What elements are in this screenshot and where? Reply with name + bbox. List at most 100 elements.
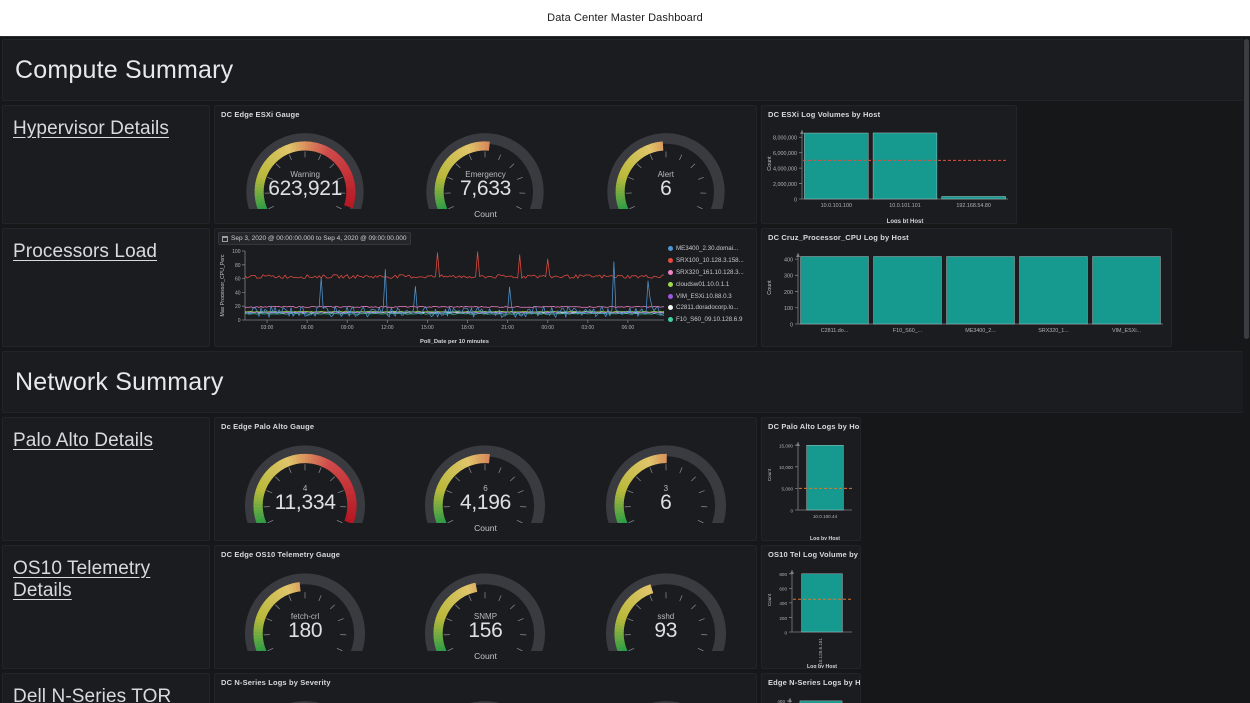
gauge-strip (215, 687, 756, 703)
svg-text:Log by Host: Log by Host (810, 536, 840, 541)
dashboard-row-hypervisor: Hypervisor Details DC Edge ESXi GaugeWarn… (2, 105, 1244, 224)
chart-panel-processors[interactable]: DC Cruz_Processor_CPU Log by Host0100200… (761, 228, 1172, 347)
chart-plot: 020040060080010.128.6.181CountLog by Hos… (762, 559, 860, 669)
legend-item[interactable]: F10_S60_09.10.128.6.9 (668, 314, 754, 326)
panel-title: Dc Edge Palo Alto Gauge (215, 418, 756, 431)
svg-text:Count: Count (767, 156, 773, 171)
svg-text:6,000,000: 6,000,000 (773, 151, 797, 157)
gauge-1: fetch-crl180 (230, 563, 380, 651)
gauge-1 (230, 691, 380, 703)
legend-item[interactable]: SRX320_161.10.128.3... (668, 267, 754, 279)
legend-item[interactable]: C2811.doradocorp.lo... (668, 302, 754, 314)
svg-text:15,000: 15,000 (779, 443, 793, 448)
svg-text:Count: Count (767, 280, 773, 295)
svg-text:15:00: 15:00 (421, 325, 434, 331)
svg-text:F10_S60_...: F10_S60_... (893, 328, 922, 334)
svg-text:C2811.do...: C2811.do... (821, 328, 848, 334)
svg-text:Count: Count (767, 468, 772, 481)
svg-text:09:00: 09:00 (341, 325, 354, 331)
vertical-scrollbar[interactable] (1243, 37, 1250, 703)
gauge-2: Emergency7,633 (410, 123, 560, 209)
legend-item[interactable]: SRX100_10.128.3.158... (668, 255, 754, 267)
legend-item[interactable]: VIM_ESXi.10.88.0.3 (668, 290, 754, 302)
dashboard-link-os10[interactable]: OS10 Telemetry Details (13, 558, 209, 602)
svg-text:20: 20 (235, 304, 241, 310)
svg-text:18:00: 18:00 (461, 325, 474, 331)
svg-text:400: 400 (777, 699, 785, 703)
gauge-strip: fetch-crl180SNMP156sshd93 (215, 559, 756, 651)
gauge-panel-os10[interactable]: DC Edge OS10 Telemetry Gaugefetch-crl180… (214, 545, 757, 669)
gauge-panel-hypervisor[interactable]: DC Edge ESXi GaugeWarning623,921Emergenc… (214, 105, 757, 224)
svg-text:SRX320_1...: SRX320_1... (1038, 328, 1069, 334)
gauge-panel-paloalto[interactable]: Dc Edge Palo Alto Gauge411,33464,19636Co… (214, 417, 757, 541)
gauge-panel-nseries[interactable]: DC N-Series Logs by Severity (214, 673, 757, 703)
svg-text:800: 800 (779, 572, 787, 577)
chart-plot: 05,00010,00015,00010.0.100.44CountLog by… (762, 431, 860, 541)
section-header-compute[interactable]: Compute Summary (2, 39, 1244, 101)
svg-text:Count: Count (767, 593, 772, 606)
legend-item[interactable]: cloudsw01.10.0.1.1 (668, 278, 754, 290)
dashboard-link-nseries[interactable]: Dell N-Series TOR (13, 686, 171, 703)
dashboard-canvas: Compute Summary Hypervisor Details DC Edge… (0, 36, 1250, 703)
gauge-panel-footer: Count (215, 651, 756, 661)
svg-text:4,000,000: 4,000,000 (773, 166, 797, 172)
gauge-strip: 411,33464,19636 (215, 431, 756, 523)
link-panel-nseries: Dell N-Series TOR (2, 673, 210, 703)
link-panel-os10: OS10 Telemetry Details (2, 545, 210, 669)
svg-text:10.0.101.100: 10.0.101.100 (821, 203, 852, 209)
svg-text:0: 0 (794, 197, 797, 203)
legend-label: VIM_ESXi.10.88.0.3 (676, 293, 732, 300)
chart-panel-hypervisor[interactable]: DC ESXi Log Volumes by Host02,000,0004,0… (761, 105, 1017, 224)
timeseries-legend: ME3400_2.30.domai... SRX100_10.128.3.158.… (668, 243, 754, 326)
svg-text:0: 0 (238, 318, 241, 324)
svg-text:200: 200 (784, 290, 793, 296)
svg-text:00:00: 00:00 (541, 325, 554, 331)
panel-title: DC ESXi Log Volumes by Host (762, 106, 1016, 119)
svg-text:ME3400_2...: ME3400_2... (965, 328, 996, 334)
legend-item[interactable]: ME3400_2.30.domai... (668, 243, 754, 255)
dashboard-link-hypervisor[interactable]: Hypervisor Details (13, 118, 169, 140)
panel-title: Edge N-Series Logs by H... (762, 674, 860, 687)
legend-label: SRX100_10.128.3.158... (676, 257, 744, 264)
gauge-3 (591, 691, 741, 703)
panel-title: DC Palo Alto Logs by Host (762, 418, 860, 431)
dashboard-link-paloalto[interactable]: Palo Alto Details (13, 430, 153, 452)
gauge-3: sshd93 (591, 563, 741, 651)
chart-panel-paloalto[interactable]: DC Palo Alto Logs by Host05,00010,00015,… (761, 417, 861, 541)
chart-panel-nseries[interactable]: Edge N-Series Logs by H...300400host (761, 673, 861, 703)
legend-color-swatch (668, 294, 673, 299)
svg-text:0: 0 (790, 508, 793, 513)
gauge-2 (410, 691, 560, 703)
svg-text:8,000,000: 8,000,000 (773, 136, 797, 142)
dashboard-link-processors[interactable]: Processors Load (13, 241, 157, 263)
svg-text:10.128.6.181: 10.128.6.181 (818, 638, 823, 665)
gauge-strip: Warning623,921Emergency7,633Alert6 (215, 119, 756, 209)
legend-color-swatch (668, 282, 673, 287)
dashboard-row-processors: Processors Load Sep 3, 2020 @ 00:00:00.00… (2, 228, 1244, 347)
svg-text:Poll_Date per 10 minutes: Poll_Date per 10 minutes (420, 339, 489, 345)
svg-text:80: 80 (235, 263, 241, 269)
svg-text:Max Processor_CPU_Perc: Max Processor_CPU_Perc (220, 254, 226, 316)
section-header-network[interactable]: Network Summary (2, 351, 1244, 413)
svg-text:0: 0 (784, 630, 787, 635)
timeseries-panel-processors[interactable]: Sep 3, 2020 @ 00:00:00.000 to Sep 4, 202… (214, 228, 757, 347)
svg-text:100: 100 (232, 249, 241, 255)
time-range-picker[interactable]: Sep 3, 2020 @ 00:00:00.000 to Sep 4, 202… (218, 232, 411, 245)
svg-text:10,000: 10,000 (779, 465, 793, 470)
scrollbar-thumb[interactable] (1244, 39, 1249, 339)
legend-label: ME3400_2.30.domai... (676, 245, 738, 252)
chart-panel-os10[interactable]: OS10 Tel Log Volume by ...02004006008001… (761, 545, 861, 669)
svg-text:200: 200 (779, 616, 787, 621)
svg-text:12:00: 12:00 (381, 325, 394, 331)
gauge-3: Alert6 (591, 123, 741, 209)
gauge-3: 36 (591, 435, 741, 523)
legend-color-swatch (668, 270, 673, 275)
svg-text:192.168.54.80: 192.168.54.80 (956, 203, 990, 209)
chart-plot: 0100200300400C2811.do...F10_S60_...ME340… (762, 242, 1171, 347)
calendar-icon (222, 236, 228, 242)
link-panel-paloalto: Palo Alto Details (2, 417, 210, 541)
legend-color-swatch (668, 305, 673, 310)
svg-text:100: 100 (784, 306, 793, 312)
panel-title: OS10 Tel Log Volume by ... (762, 546, 860, 559)
panel-title: DC Cruz_Processor_CPU Log by Host (762, 229, 1171, 242)
